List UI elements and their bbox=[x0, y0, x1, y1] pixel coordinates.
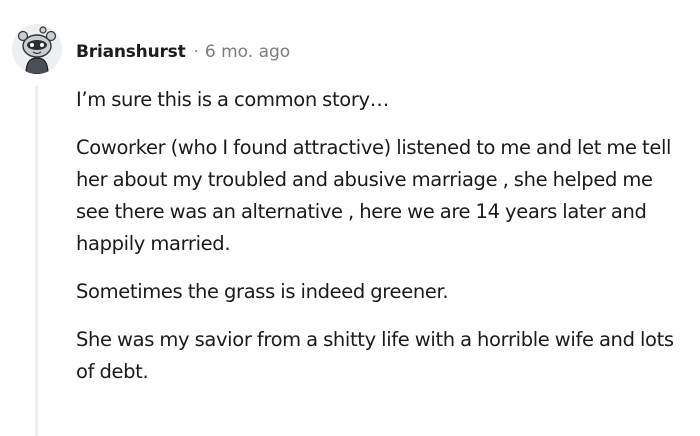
comment-timestamp[interactable]: 6 mo. ago bbox=[205, 42, 290, 62]
meta-separator: · bbox=[193, 42, 199, 62]
snoo-avatar-icon bbox=[12, 24, 62, 74]
author-username[interactable]: Brianshurst bbox=[76, 42, 186, 62]
thread-collapse-line[interactable] bbox=[35, 86, 38, 436]
comment-paragraph: Coworker (who I found attractive) listen… bbox=[76, 136, 672, 255]
comment-body: I’m sure this is a common story… Coworke… bbox=[76, 84, 676, 404]
comment-paragraph: She was my savior from a shitty life wit… bbox=[76, 328, 674, 383]
comment-paragraph: Sometimes the grass is indeed greener. bbox=[76, 280, 449, 303]
comment-meta: Brianshurst · 6 mo. ago bbox=[76, 40, 290, 64]
comment-paragraph: I’m sure this is a common story… bbox=[76, 88, 389, 111]
user-avatar[interactable] bbox=[12, 24, 62, 74]
comment: Brianshurst · 6 mo. ago I’m sure this is… bbox=[0, 0, 700, 436]
